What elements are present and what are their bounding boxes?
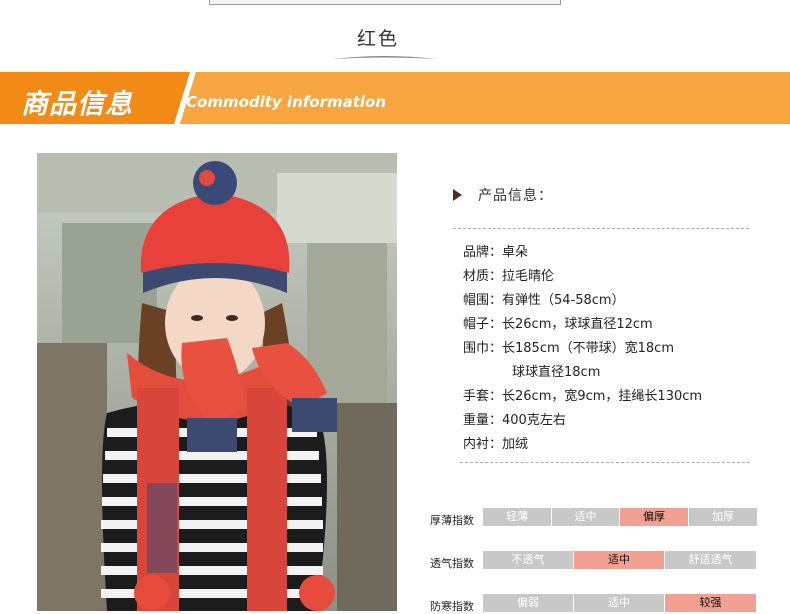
- banner-subtitle: Commodity information: [186, 93, 387, 111]
- rating-warmth: 防寒指数 偏弱 适中 较强: [430, 594, 757, 613]
- spec-hat-size: 帽围：有弹性（54-58cm）: [463, 293, 625, 308]
- rating-option: 适中: [574, 594, 664, 612]
- rating-option: 舒适透气: [665, 551, 756, 569]
- divider-top: [453, 228, 749, 229]
- spec-lining: 内衬：加绒: [463, 437, 529, 452]
- rating-option: 轻薄: [483, 508, 551, 526]
- rating-breathability: 透气指数 不透气 适中 舒适透气: [430, 551, 757, 570]
- spec-scarf: 围巾：长185cm（不带球）宽18cm: [463, 341, 674, 356]
- rating-option-selected: 较强: [665, 594, 756, 612]
- product-info-heading-text: 产品信息：: [478, 188, 553, 204]
- spec-weight: 重量：400克左右: [463, 413, 566, 428]
- spec-brand: 品牌：卓朵: [463, 245, 529, 260]
- rating-label: 厚薄指数: [430, 514, 474, 527]
- spec-material: 材质：拉毛晴伦: [463, 269, 555, 284]
- rating-label: 防寒指数: [430, 600, 474, 613]
- previous-image-frame: [209, 0, 561, 5]
- spec-hat: 帽子：长26cm，球球直径12cm: [463, 317, 653, 332]
- bullet-triangle-icon: [453, 189, 462, 201]
- spec-scarf-ball: 球球直径18cm: [512, 365, 601, 380]
- color-label-underline: [333, 56, 437, 59]
- product-photo: [37, 153, 397, 611]
- rating-option: 偏弱: [483, 594, 573, 612]
- rating-option: 不透气: [483, 551, 573, 569]
- product-info-heading: 产品信息：: [453, 185, 553, 205]
- rating-option: 适中: [552, 508, 619, 526]
- color-variant-label: 红色: [357, 28, 400, 50]
- rating-option-selected: 偏厚: [620, 508, 688, 526]
- rating-thickness: 厚薄指数 轻薄 适中 偏厚 加厚: [430, 508, 758, 527]
- rating-label: 透气指数: [430, 557, 474, 570]
- spec-gloves: 手套：长26cm，宽9cm，挂绳长130cm: [463, 389, 703, 404]
- banner-title: 商品信息: [21, 89, 133, 120]
- divider-bottom: [460, 462, 750, 463]
- rating-option: 加厚: [689, 508, 757, 526]
- rating-option-selected: 适中: [574, 551, 664, 569]
